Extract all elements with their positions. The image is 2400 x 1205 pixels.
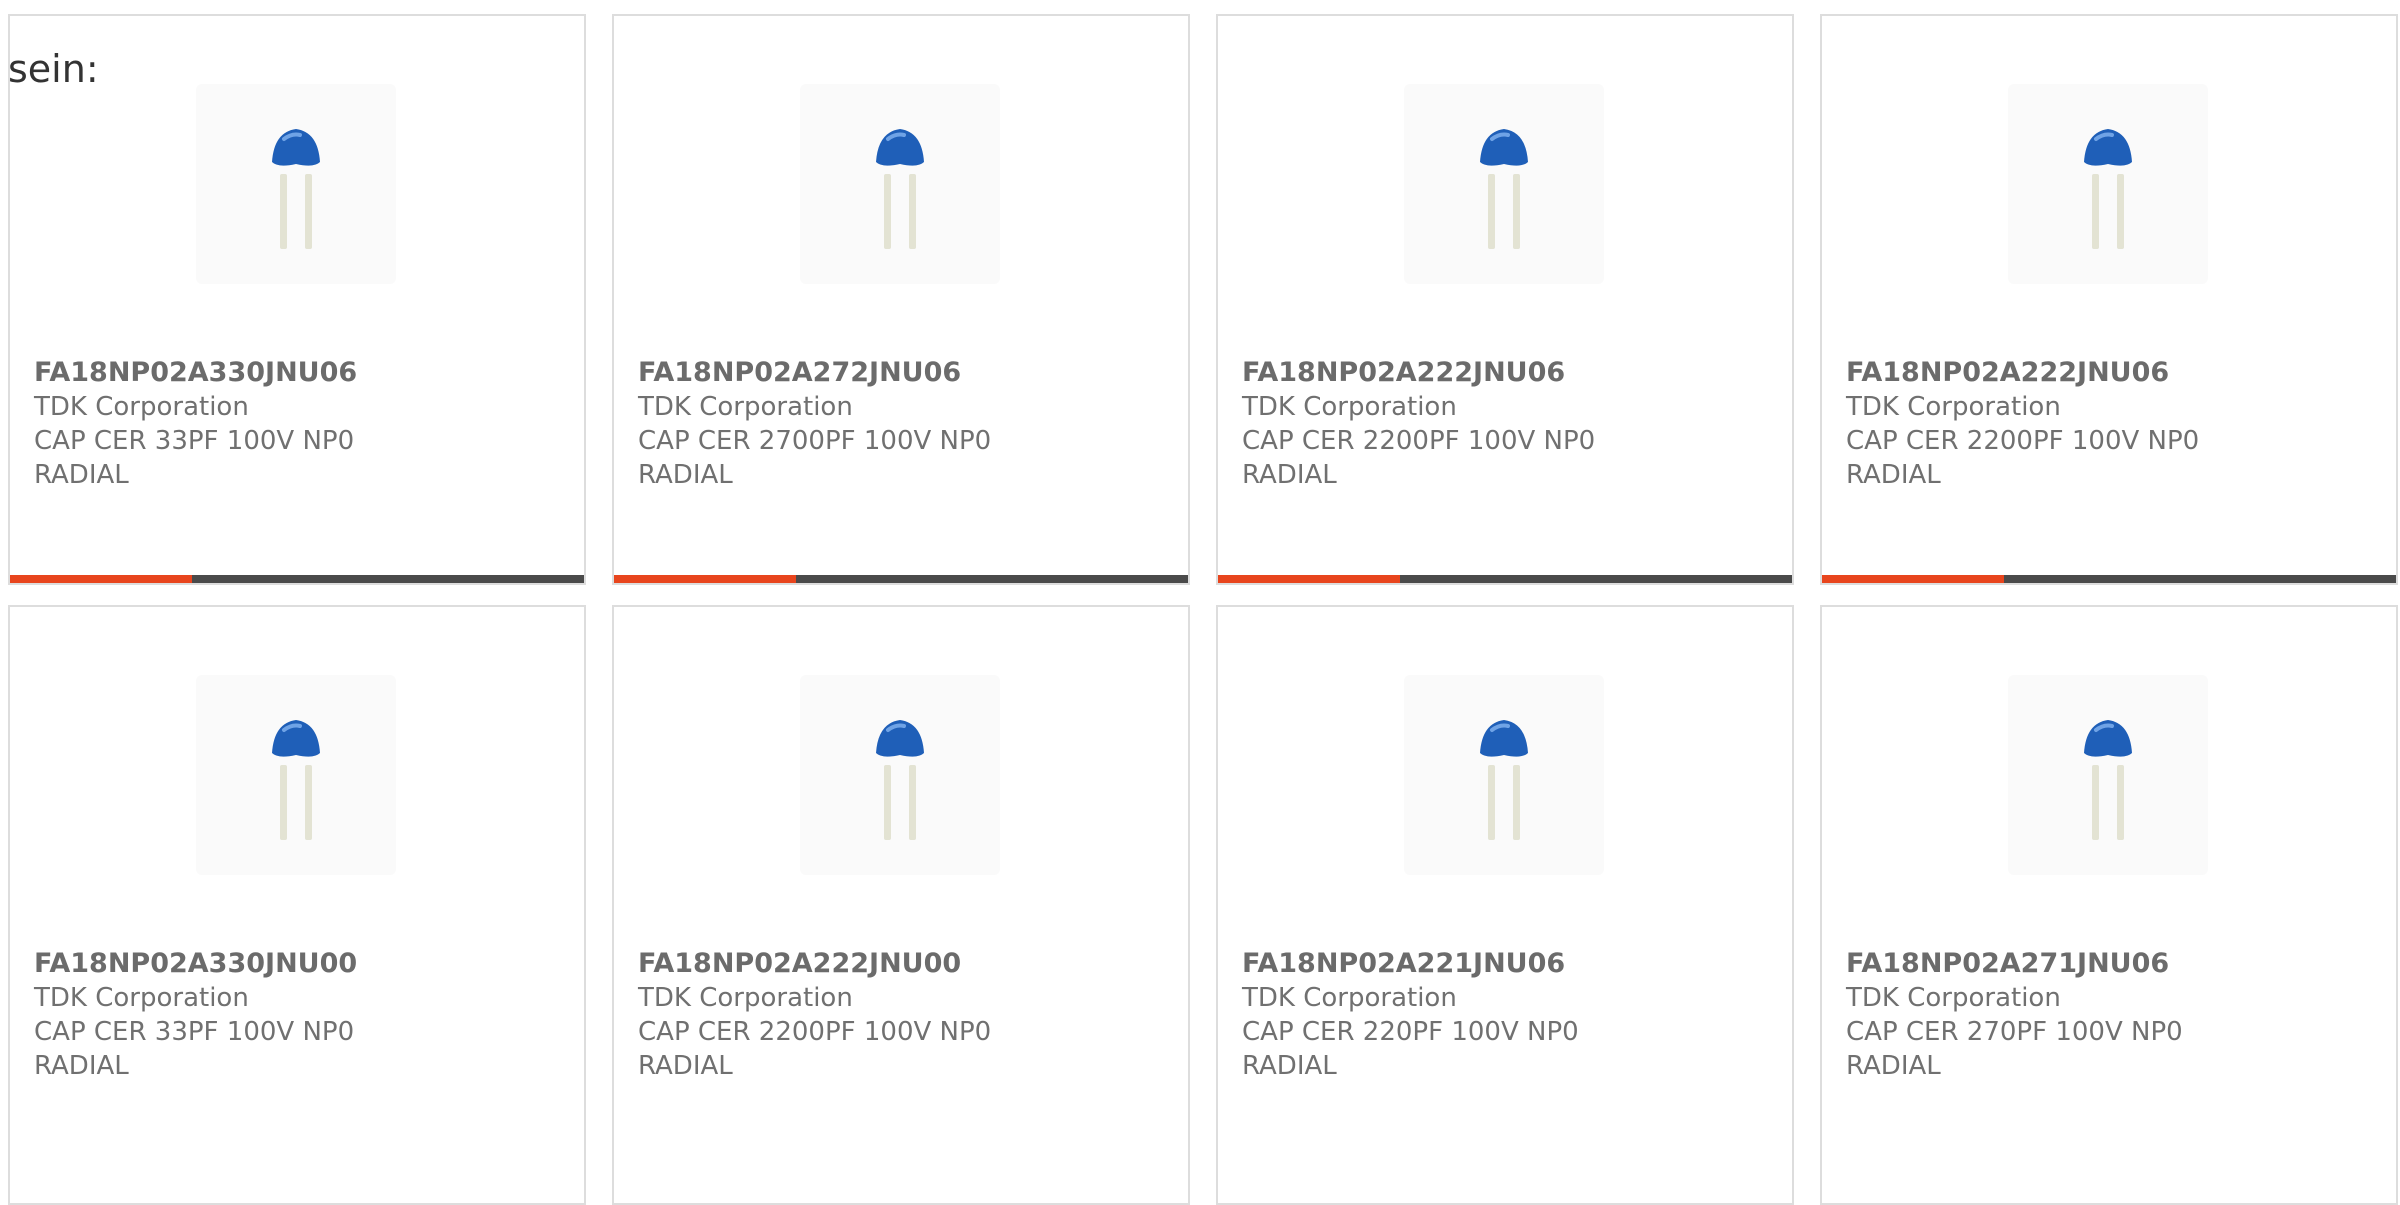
intro-text: sein: xyxy=(8,47,99,91)
ceramic-capacitor-icon xyxy=(1480,129,1528,249)
manufacturer: TDK Corporation xyxy=(34,983,249,1013)
card-footer-accent xyxy=(614,575,796,583)
product-card[interactable]: FA18NP02A330JNU06 TDK Corporation CAP CE… xyxy=(8,14,586,585)
part-number[interactable]: FA18NP02A222JNU00 xyxy=(638,947,1048,981)
product-description: CAP CER 2200PF 100V NP0 RADIAL xyxy=(638,1017,992,1081)
manufacturer: TDK Corporation xyxy=(638,983,853,1013)
product-description: CAP CER 33PF 100V NP0 RADIAL xyxy=(34,426,355,490)
card-footer-bar xyxy=(1218,575,1792,583)
product-image[interactable] xyxy=(196,84,396,284)
part-number[interactable]: FA18NP02A330JNU00 xyxy=(34,947,444,981)
product-description: CAP CER 2700PF 100V NP0 RADIAL xyxy=(638,426,992,490)
manufacturer: TDK Corporation xyxy=(1846,392,2061,422)
product-card[interactable]: FA18NP02A222JNU00 TDK Corporation CAP CE… xyxy=(612,605,1190,1205)
manufacturer: TDK Corporation xyxy=(1242,392,1457,422)
card-footer-accent xyxy=(1218,575,1400,583)
product-card[interactable]: FA18NP02A271JNU06 TDK Corporation CAP CE… xyxy=(1820,605,2398,1205)
product-card[interactable]: FA18NP02A222JNU06 TDK Corporation CAP CE… xyxy=(1216,14,1794,585)
ceramic-capacitor-icon xyxy=(876,129,924,249)
product-description: CAP CER 220PF 100V NP0 RADIAL xyxy=(1242,1017,1579,1081)
card-footer-accent xyxy=(10,575,192,583)
product-description: CAP CER 2200PF 100V NP0 RADIAL xyxy=(1846,426,2200,490)
card-footer-accent xyxy=(1822,575,2004,583)
product-card[interactable]: FA18NP02A330JNU00 TDK Corporation CAP CE… xyxy=(8,605,586,1205)
manufacturer: TDK Corporation xyxy=(1242,983,1457,1013)
product-image[interactable] xyxy=(1404,675,1604,875)
card-footer-bar xyxy=(1822,575,2396,583)
product-description: CAP CER 2200PF 100V NP0 RADIAL xyxy=(1242,426,1596,490)
product-image[interactable] xyxy=(2008,84,2208,284)
manufacturer: TDK Corporation xyxy=(34,392,249,422)
part-number[interactable]: FA18NP02A272JNU06 xyxy=(638,356,1048,390)
part-number[interactable]: FA18NP02A222JNU06 xyxy=(1846,356,2256,390)
ceramic-capacitor-icon xyxy=(2084,720,2132,840)
card-footer-bar xyxy=(614,575,1188,583)
product-description: CAP CER 270PF 100V NP0 RADIAL xyxy=(1846,1017,2183,1081)
part-number[interactable]: FA18NP02A271JNU06 xyxy=(1846,947,2256,981)
product-card[interactable]: FA18NP02A272JNU06 TDK Corporation CAP CE… xyxy=(612,14,1190,585)
manufacturer: TDK Corporation xyxy=(638,392,853,422)
product-image[interactable] xyxy=(800,84,1000,284)
product-image[interactable] xyxy=(1404,84,1604,284)
part-number[interactable]: FA18NP02A221JNU06 xyxy=(1242,947,1652,981)
part-number[interactable]: FA18NP02A330JNU06 xyxy=(34,356,444,390)
ceramic-capacitor-icon xyxy=(2084,129,2132,249)
ceramic-capacitor-icon xyxy=(272,720,320,840)
ceramic-capacitor-icon xyxy=(876,720,924,840)
manufacturer: TDK Corporation xyxy=(1846,983,2061,1013)
ceramic-capacitor-icon xyxy=(272,129,320,249)
product-grid: FA18NP02A330JNU06 TDK Corporation CAP CE… xyxy=(8,14,2400,1205)
card-footer-bar xyxy=(10,575,584,583)
product-card[interactable]: FA18NP02A222JNU06 TDK Corporation CAP CE… xyxy=(1820,14,2398,585)
product-image[interactable] xyxy=(800,675,1000,875)
product-card[interactable]: FA18NP02A221JNU06 TDK Corporation CAP CE… xyxy=(1216,605,1794,1205)
product-image[interactable] xyxy=(2008,675,2208,875)
ceramic-capacitor-icon xyxy=(1480,720,1528,840)
product-description: CAP CER 33PF 100V NP0 RADIAL xyxy=(34,1017,355,1081)
part-number[interactable]: FA18NP02A222JNU06 xyxy=(1242,356,1652,390)
product-image[interactable] xyxy=(196,675,396,875)
